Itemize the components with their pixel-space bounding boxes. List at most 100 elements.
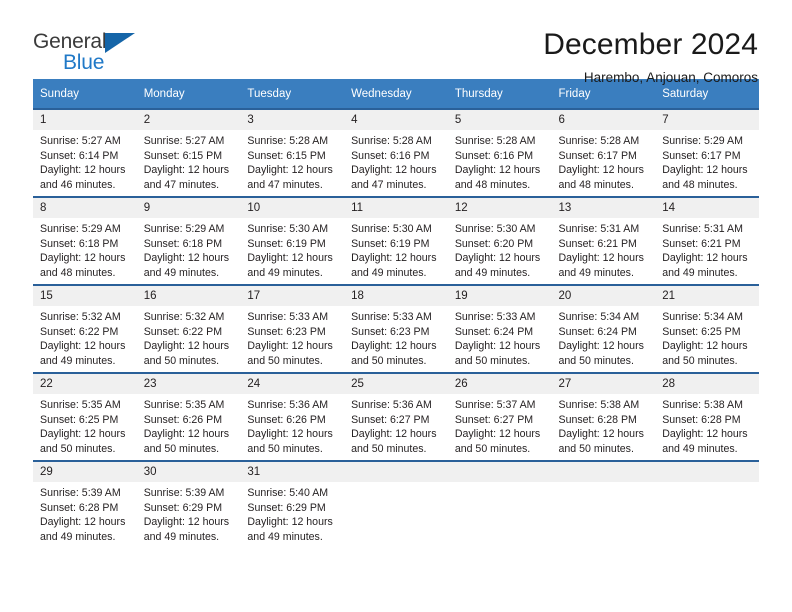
sunset-text: Sunset: 6:29 PM <box>143 501 223 514</box>
day-number: 31 <box>240 462 345 482</box>
sunrise-text: Sunrise: 5:39 AM <box>143 487 225 499</box>
sunset-text: Sunset: 6:23 PM <box>351 325 430 338</box>
sunset-text: Sunset: 6:24 PM <box>558 325 637 338</box>
calendar-day-cell[interactable]: 17 Sunrise: 5:33 AM Sunset: 6:23 PM Dayl… <box>240 284 345 373</box>
calendar-day-cell[interactable]: 14 Sunrise: 5:31 AM Sunset: 6:21 PM Dayl… <box>655 196 759 285</box>
weekday-header-tuesday: Tuesday <box>240 79 345 109</box>
calendar-day-cell[interactable]: 19 Sunrise: 5:33 AM Sunset: 6:24 PM Dayl… <box>447 284 552 373</box>
calendar-day-cell-empty <box>551 460 656 548</box>
calendar-day-cell[interactable]: 2 Sunrise: 5:27 AM Sunset: 6:15 PM Dayli… <box>136 108 241 197</box>
day-details <box>655 482 759 486</box>
calendar-day-cell[interactable]: 31 Sunrise: 5:40 AM Sunset: 6:29 PM Dayl… <box>240 460 345 548</box>
calendar-day-cell[interactable]: 26 Sunrise: 5:37 AM Sunset: 6:27 PM Dayl… <box>447 372 552 461</box>
calendar-day-cell[interactable]: 6 Sunrise: 5:28 AM Sunset: 6:17 PM Dayli… <box>551 108 656 197</box>
sunset-text: Sunset: 6:23 PM <box>247 325 326 338</box>
calendar-day-cell[interactable]: 12 Sunrise: 5:30 AM Sunset: 6:20 PM Dayl… <box>447 196 552 285</box>
daylight-text-line2: and 49 minutes. <box>40 530 116 543</box>
day-details: Sunrise: 5:30 AM Sunset: 6:19 PM Dayligh… <box>344 218 448 280</box>
day-number: 29 <box>33 462 137 482</box>
sunrise-text: Sunrise: 5:32 AM <box>143 311 225 323</box>
day-number <box>447 462 552 482</box>
sunrise-text: Sunrise: 5:31 AM <box>662 223 743 235</box>
calendar-table: Sunday Monday Tuesday Wednesday Thursday… <box>33 79 759 548</box>
calendar-day-cell[interactable]: 5 Sunrise: 5:28 AM Sunset: 6:16 PM Dayli… <box>447 108 552 197</box>
daylight-text-line2: and 50 minutes. <box>40 442 116 455</box>
sunset-text: Sunset: 6:28 PM <box>40 501 119 514</box>
sunrise-text: Sunrise: 5:33 AM <box>351 311 432 323</box>
sunrise-text: Sunrise: 5:30 AM <box>247 223 329 235</box>
sunset-text: Sunset: 6:18 PM <box>143 237 223 250</box>
daylight-text-line1: Daylight: 12 hours <box>558 252 644 265</box>
sunset-text: Sunset: 6:25 PM <box>662 325 741 338</box>
calendar-day-cell[interactable]: 20 Sunrise: 5:34 AM Sunset: 6:24 PM Dayl… <box>551 284 656 373</box>
day-number: 17 <box>240 286 345 306</box>
calendar-day-cell[interactable]: 9 Sunrise: 5:29 AM Sunset: 6:18 PM Dayli… <box>136 196 241 285</box>
calendar-day-cell[interactable]: 3 Sunrise: 5:28 AM Sunset: 6:15 PM Dayli… <box>240 108 345 197</box>
calendar-day-cell-empty <box>447 460 552 548</box>
day-details: Sunrise: 5:28 AM Sunset: 6:17 PM Dayligh… <box>552 130 656 192</box>
sunrise-text: Sunrise: 5:28 AM <box>454 135 536 147</box>
calendar-day-cell[interactable]: 16 Sunrise: 5:32 AM Sunset: 6:22 PM Dayl… <box>136 284 241 373</box>
calendar-day-cell[interactable]: 15 Sunrise: 5:32 AM Sunset: 6:22 PM Dayl… <box>33 284 137 373</box>
day-number: 2 <box>136 110 241 130</box>
day-details: Sunrise: 5:32 AM Sunset: 6:22 PM Dayligh… <box>33 306 137 368</box>
day-details: Sunrise: 5:30 AM Sunset: 6:19 PM Dayligh… <box>240 218 344 280</box>
calendar-day-cell[interactable]: 7 Sunrise: 5:29 AM Sunset: 6:17 PM Dayli… <box>655 108 759 197</box>
calendar-day-cell[interactable]: 4 Sunrise: 5:28 AM Sunset: 6:16 PM Dayli… <box>344 108 448 197</box>
day-details: Sunrise: 5:38 AM Sunset: 6:28 PM Dayligh… <box>552 394 656 456</box>
day-details: Sunrise: 5:39 AM Sunset: 6:28 PM Dayligh… <box>33 482 137 544</box>
calendar-week-row: 1 Sunrise: 5:27 AM Sunset: 6:14 PM Dayli… <box>33 108 759 197</box>
calendar-day-cell[interactable]: 27 Sunrise: 5:38 AM Sunset: 6:28 PM Dayl… <box>551 372 656 461</box>
calendar-body: 1 Sunrise: 5:27 AM Sunset: 6:14 PM Dayli… <box>33 108 759 548</box>
sunrise-text: Sunrise: 5:33 AM <box>454 311 536 323</box>
weekday-header-thursday: Thursday <box>447 79 552 109</box>
daylight-text-line2: and 50 minutes. <box>558 442 634 455</box>
daylight-text-line2: and 49 minutes. <box>143 530 220 543</box>
day-number: 19 <box>447 286 552 306</box>
day-details: Sunrise: 5:27 AM Sunset: 6:14 PM Dayligh… <box>33 130 137 192</box>
calendar-week-row: 29 Sunrise: 5:39 AM Sunset: 6:28 PM Dayl… <box>33 460 759 548</box>
sunset-text: Sunset: 6:27 PM <box>454 413 534 426</box>
calendar-day-cell[interactable]: 28 Sunrise: 5:38 AM Sunset: 6:28 PM Dayl… <box>655 372 759 461</box>
calendar-day-cell[interactable]: 24 Sunrise: 5:36 AM Sunset: 6:26 PM Dayl… <box>240 372 345 461</box>
sunrise-text: Sunrise: 5:38 AM <box>558 399 640 411</box>
daylight-text-line1: Daylight: 12 hours <box>558 340 644 353</box>
calendar-day-cell-empty <box>344 460 448 548</box>
calendar-day-cell[interactable]: 21 Sunrise: 5:34 AM Sunset: 6:25 PM Dayl… <box>655 284 759 373</box>
calendar-day-cell[interactable]: 13 Sunrise: 5:31 AM Sunset: 6:21 PM Dayl… <box>551 196 656 285</box>
daylight-text-line2: and 49 minutes. <box>247 530 323 543</box>
brand-triangle-icon <box>105 33 135 53</box>
sunset-text: Sunset: 6:27 PM <box>351 413 430 426</box>
day-number: 14 <box>655 198 759 218</box>
day-details: Sunrise: 5:28 AM Sunset: 6:15 PM Dayligh… <box>240 130 344 192</box>
sunset-text: Sunset: 6:29 PM <box>247 501 326 514</box>
day-details: Sunrise: 5:29 AM Sunset: 6:18 PM Dayligh… <box>33 218 137 280</box>
sunrise-text: Sunrise: 5:33 AM <box>247 311 329 323</box>
daylight-text-line2: and 49 minutes. <box>143 266 220 279</box>
daylight-text-line2: and 47 minutes. <box>351 178 427 191</box>
calendar-day-cell[interactable]: 23 Sunrise: 5:35 AM Sunset: 6:26 PM Dayl… <box>136 372 241 461</box>
calendar-day-cell[interactable]: 10 Sunrise: 5:30 AM Sunset: 6:19 PM Dayl… <box>240 196 345 285</box>
sunrise-text: Sunrise: 5:30 AM <box>351 223 432 235</box>
sunrise-text: Sunrise: 5:28 AM <box>558 135 640 147</box>
calendar-day-cell[interactable]: 22 Sunrise: 5:35 AM Sunset: 6:25 PM Dayl… <box>33 372 137 461</box>
sunset-text: Sunset: 6:19 PM <box>351 237 430 250</box>
day-number: 27 <box>551 374 656 394</box>
daylight-text-line2: and 49 minutes. <box>454 266 531 279</box>
day-details: Sunrise: 5:37 AM Sunset: 6:27 PM Dayligh… <box>448 394 552 456</box>
day-details: Sunrise: 5:31 AM Sunset: 6:21 PM Dayligh… <box>552 218 656 280</box>
calendar-day-cell[interactable]: 1 Sunrise: 5:27 AM Sunset: 6:14 PM Dayli… <box>33 108 137 197</box>
day-details: Sunrise: 5:39 AM Sunset: 6:29 PM Dayligh… <box>137 482 241 544</box>
daylight-text-line1: Daylight: 12 hours <box>40 164 126 177</box>
sunset-text: Sunset: 6:18 PM <box>40 237 119 250</box>
calendar-day-cell[interactable]: 18 Sunrise: 5:33 AM Sunset: 6:23 PM Dayl… <box>344 284 448 373</box>
calendar-day-cell[interactable]: 11 Sunrise: 5:30 AM Sunset: 6:19 PM Dayl… <box>344 196 448 285</box>
sunset-text: Sunset: 6:15 PM <box>247 149 326 162</box>
calendar-day-cell[interactable]: 25 Sunrise: 5:36 AM Sunset: 6:27 PM Dayl… <box>344 372 448 461</box>
calendar-day-cell[interactable]: 30 Sunrise: 5:39 AM Sunset: 6:29 PM Dayl… <box>136 460 241 548</box>
sunset-text: Sunset: 6:16 PM <box>454 149 534 162</box>
daylight-text-line2: and 50 minutes. <box>143 354 220 367</box>
calendar-day-cell[interactable]: 8 Sunrise: 5:29 AM Sunset: 6:18 PM Dayli… <box>33 196 137 285</box>
calendar-day-cell[interactable]: 29 Sunrise: 5:39 AM Sunset: 6:28 PM Dayl… <box>33 460 137 548</box>
brand-logo-general-text: General <box>33 30 107 53</box>
